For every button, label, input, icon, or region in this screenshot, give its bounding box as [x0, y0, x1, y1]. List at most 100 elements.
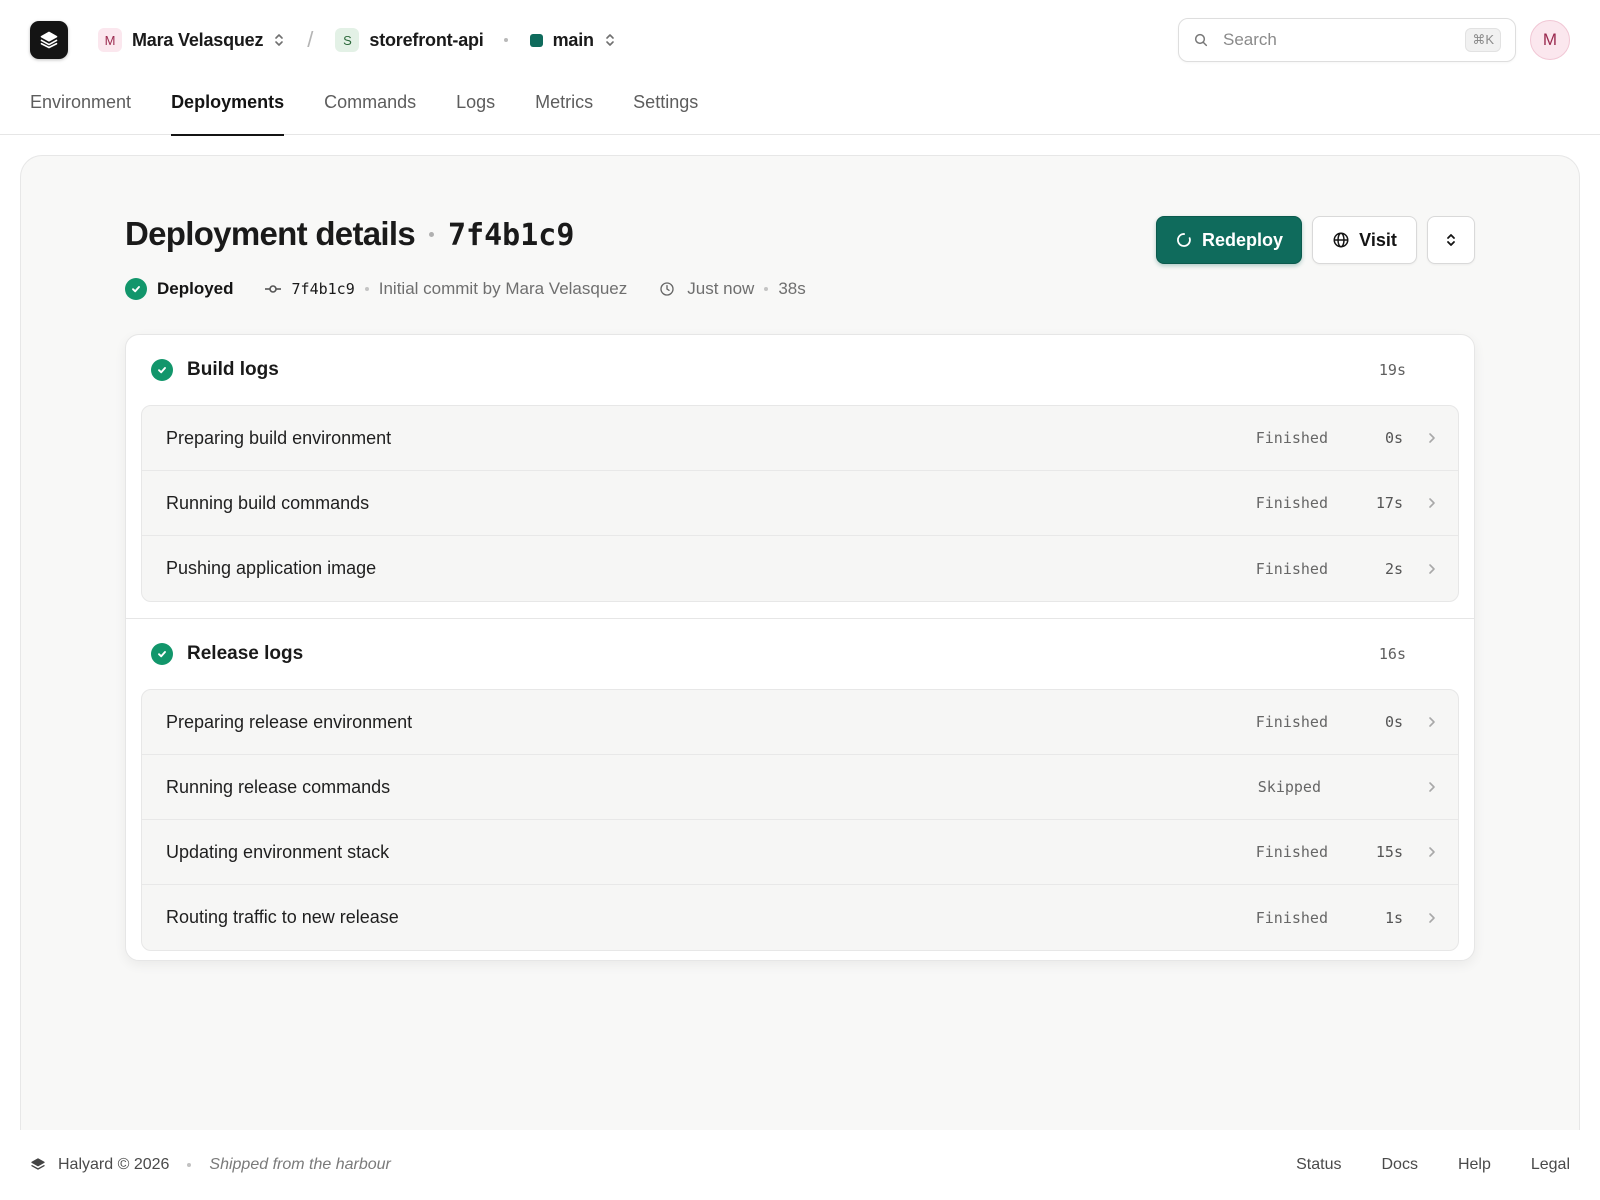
footer-brand: Halyard © 2026 — [58, 1156, 170, 1173]
branch-name: main — [552, 29, 594, 50]
logs-card: Build logs 19s Preparing build environme… — [125, 334, 1475, 961]
breadcrumb-dot — [503, 38, 508, 42]
tab-commands[interactable]: Commands — [324, 80, 416, 135]
chevron-right-icon — [1429, 847, 1435, 857]
log-step[interactable]: Routing traffic to new release Finished … — [142, 885, 1458, 950]
deployment-actions: Redeploy Visit — [1156, 216, 1475, 264]
deploy-duration: 38s — [778, 279, 806, 298]
tab-metrics[interactable]: Metrics — [535, 80, 593, 135]
footer-link-help[interactable]: Help — [1458, 1156, 1491, 1174]
release-logs-total: 16s — [1378, 645, 1406, 663]
refresh-icon — [1177, 233, 1191, 247]
meta-separator — [764, 287, 769, 291]
chevron-right-icon — [1429, 717, 1435, 727]
chevron-updown-icon — [604, 32, 616, 48]
release-steps: Preparing release environment Finished 0… — [141, 689, 1459, 951]
globe-icon — [1333, 232, 1349, 248]
step-label: Preparing build environment — [166, 427, 392, 448]
title-separator — [428, 231, 434, 237]
check-circle-icon — [151, 643, 173, 665]
clock-icon — [660, 282, 674, 296]
build-logs-title: Build logs — [187, 359, 279, 380]
chevron-right-icon — [1429, 433, 1435, 443]
more-options-button[interactable] — [1427, 216, 1475, 264]
step-duration: 2s — [1384, 559, 1403, 578]
step-duration: 0s — [1384, 713, 1403, 731]
tab-settings[interactable]: Settings — [633, 80, 698, 135]
build-logs-header[interactable]: Build logs 19s — [126, 335, 1474, 405]
step-duration: 1s — [1384, 908, 1403, 927]
app-logo[interactable] — [30, 21, 68, 59]
log-step[interactable]: Preparing build environment Finished 0s — [142, 406, 1458, 471]
step-status: Finished — [1255, 713, 1328, 731]
visit-button[interactable]: Visit — [1312, 216, 1417, 264]
tab-deployments[interactable]: Deployments — [171, 80, 285, 136]
workspace-avatar: M — [98, 28, 122, 52]
meta-separator — [364, 287, 369, 291]
log-step[interactable]: Updating environment stack Finished 15s — [142, 820, 1458, 885]
step-label: Pushing application image — [166, 558, 377, 578]
footer-link-legal[interactable]: Legal — [1531, 1156, 1570, 1174]
chevron-right-icon — [1429, 498, 1435, 508]
chevron-updown-icon — [1447, 234, 1455, 246]
release-logs-header[interactable]: Release logs 16s — [126, 619, 1474, 689]
workspace-switcher[interactable]: M Mara Velasquez — [98, 28, 285, 52]
build-logs-total: 19s — [1378, 361, 1406, 379]
log-step[interactable]: Running release commands Skipped — [142, 755, 1458, 820]
chevron-right-icon — [1429, 912, 1435, 923]
log-step[interactable]: Running build commands Finished 17s — [142, 471, 1458, 536]
check-circle-icon — [125, 278, 147, 300]
visit-label: Visit — [1359, 229, 1397, 250]
check-circle-icon — [151, 359, 173, 381]
step-status: Finished — [1255, 843, 1328, 861]
footer-link-status[interactable]: Status — [1296, 1156, 1341, 1174]
step-label: Running build commands — [166, 492, 370, 513]
step-status: Skipped — [1257, 778, 1321, 796]
search-box[interactable]: ⌘K — [1178, 18, 1516, 62]
user-avatar[interactable]: M — [1530, 20, 1570, 60]
search-icon — [1194, 33, 1208, 47]
step-label: Routing traffic to new release — [166, 907, 399, 927]
page-title-text: Deployment details — [125, 215, 416, 252]
chevron-updown-icon — [273, 32, 285, 48]
nav-tabs: Environment Deployments Commands Logs Me… — [0, 80, 1600, 136]
step-label: Updating environment stack — [166, 841, 390, 862]
branch-switcher[interactable]: main — [529, 29, 616, 51]
service-avatar: S — [335, 28, 360, 52]
footer-tagline: Shipped from the harbour — [209, 1156, 391, 1173]
step-status: Finished — [1255, 429, 1328, 447]
search-shortcut: ⌘K — [1465, 28, 1501, 52]
service-switcher[interactable]: S storefront-api — [335, 28, 484, 52]
footer-link-docs[interactable]: Docs — [1381, 1156, 1417, 1174]
step-duration: 15s — [1375, 843, 1403, 861]
log-step[interactable]: Preparing release environment Finished 0… — [142, 690, 1458, 755]
step-duration: 0s — [1384, 429, 1403, 447]
layers-icon — [40, 31, 58, 49]
redeploy-label: Redeploy — [1201, 229, 1284, 250]
log-step[interactable]: Pushing application image Finished 2s — [142, 536, 1458, 601]
release-logs-title: Release logs — [187, 643, 304, 664]
step-status: Finished — [1255, 908, 1328, 927]
search-input[interactable] — [1223, 30, 1466, 50]
step-duration: 17s — [1375, 494, 1403, 512]
step-status: Finished — [1255, 559, 1328, 578]
commit-hash[interactable]: 7f4b1c9 — [292, 280, 355, 298]
redeploy-button[interactable]: Redeploy — [1156, 216, 1302, 264]
chevron-right-icon — [1429, 563, 1435, 574]
commit-icon — [264, 285, 281, 293]
tab-environment[interactable]: Environment — [30, 80, 131, 135]
tab-logs[interactable]: Logs — [456, 80, 495, 135]
branch-color-icon — [529, 33, 543, 47]
page-title: Deployment details 7f4b1c9 — [125, 215, 574, 253]
footer: Halyard © 2026 Shipped from the harbour … — [0, 1130, 1600, 1200]
step-status: Finished — [1255, 494, 1328, 512]
step-label: Preparing release environment — [166, 711, 413, 732]
deployment-hash: 7f4b1c9 — [447, 218, 575, 253]
footer-separator — [187, 1163, 192, 1167]
chevron-right-icon — [1429, 782, 1435, 792]
step-label: Running release commands — [166, 776, 391, 797]
footer-links: Status Docs Help Legal — [1256, 1156, 1570, 1174]
service-name: storefront-api — [369, 29, 484, 50]
breadcrumb-separator: / — [307, 27, 314, 52]
build-steps: Preparing build environment Finished 0s … — [141, 405, 1459, 602]
